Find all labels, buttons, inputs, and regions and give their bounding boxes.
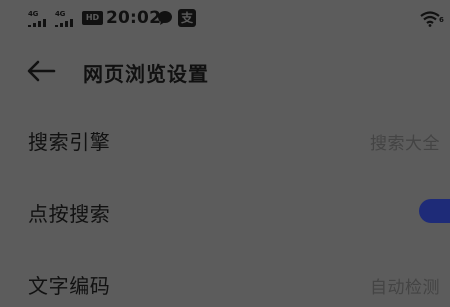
setting-row-search-engine[interactable]: 搜索引擎 搜索大全 (0, 115, 450, 163)
setting-label: 文字编码 (28, 274, 111, 298)
setting-value: 自动检测 (370, 278, 440, 298)
chat-bubble-icon (158, 11, 172, 25)
setting-label: 搜索引擎 (28, 130, 111, 154)
page-title: 网页浏览设置 (83, 62, 209, 86)
setting-label: 点按搜索 (28, 202, 111, 226)
back-arrow-icon (27, 60, 56, 82)
network-type-label: 4G (28, 10, 39, 18)
status-bar: 4G 4G HD 20:02 支 6 (0, 0, 450, 38)
setting-value: 搜索大全 (370, 134, 440, 154)
back-button[interactable] (26, 59, 58, 83)
tap-search-toggle[interactable] (419, 199, 450, 223)
status-time: 20:02 (106, 8, 162, 28)
wifi-standard-label: 6 (439, 16, 444, 24)
signal-bars-icon (28, 19, 46, 27)
alipay-icon: 支 (178, 9, 196, 27)
page-header: 网页浏览设置 (0, 50, 450, 92)
signal-bars-icon (55, 19, 73, 27)
wifi-icon (420, 11, 440, 27)
network-type-label: 4G (55, 10, 66, 18)
setting-row-tap-search[interactable]: 点按搜索 (0, 187, 450, 235)
hd-icon: HD (82, 11, 103, 25)
